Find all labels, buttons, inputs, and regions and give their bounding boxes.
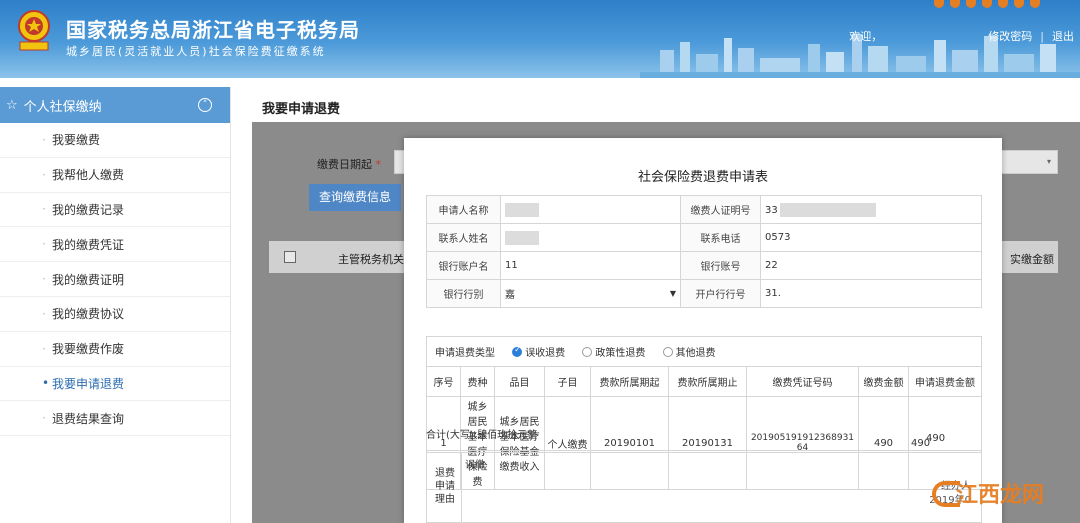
select-all-checkbox[interactable] [284, 251, 296, 263]
welcome-text: 欢迎， [849, 30, 883, 43]
refund-type-label: 申请退费类型 [435, 348, 495, 359]
col-voucher-no: 缴费凭证号码 [746, 366, 859, 397]
contact-phone-value: 0573 [760, 223, 982, 252]
divider [426, 450, 982, 451]
bank-account-name-value: 11 [500, 251, 681, 280]
refund-reason-box: 退费申请理由 误缴 经办人 2019年0 [426, 452, 982, 523]
payer-id-value: 33 [760, 195, 982, 224]
separator: | [1040, 29, 1044, 43]
col-payment-amount: 缴费金额 [858, 366, 909, 397]
sidebar-item-payment-agreement[interactable]: 我的缴费协议 [0, 297, 230, 332]
sidebar-item-payment-certificate[interactable]: 我的缴费证明 [0, 262, 230, 297]
logout-link[interactable]: 退出 [1052, 28, 1074, 44]
query-payment-button[interactable]: 查询缴费信息 [309, 184, 401, 211]
col-period-end: 费款所属期止 [668, 366, 747, 397]
sidebar-item-void-payment[interactable]: 我要缴费作废 [0, 332, 230, 367]
dropdown-caret-icon: ▾ [1046, 157, 1051, 166]
bank-account-name-label: 银行账户名 [426, 251, 501, 280]
user-links: 欢迎， 修改密码 | 退出 [849, 28, 1074, 44]
site-title: 国家税务总局浙江省电子税务局 [66, 18, 360, 42]
refund-type-row: 申请退费类型 误收退费 政策性退费 其他退费 [426, 336, 982, 367]
national-emblem-icon [18, 10, 50, 51]
change-password-link[interactable]: 修改密码 [988, 28, 1032, 44]
signature-logo [10, 52, 13, 61]
payer-id-label: 缴费人证明号 [680, 195, 761, 224]
column-tax-authority: 主管税务机关 [338, 253, 404, 266]
col-item: 品目 [494, 366, 545, 397]
col-subitem: 子目 [544, 366, 591, 397]
modal-title: 社会保险费退费申请表 [637, 170, 768, 185]
col-seq: 序号 [426, 366, 461, 397]
sidebar-section-header[interactable]: ☆ 个人社保缴纳 ˄ [0, 87, 230, 123]
chevron-down-icon: ▼ [669, 289, 676, 298]
total-in-words: 合计(大写):肆佰玖拾元整 [426, 430, 538, 441]
sidebar-section-title: 个人社保缴纳 [23, 99, 102, 115]
sidebar-item-pay[interactable]: 我要缴费 [0, 123, 230, 158]
refund-reason-label: 退费申请理由 [435, 468, 455, 505]
total-amount: 490 [926, 433, 946, 444]
sidebar-item-refund-result[interactable]: 退费结果查询 [0, 401, 230, 437]
toolbar-icons [934, 0, 1074, 8]
watermark-text: 江西龙网 [955, 482, 1044, 508]
refund-type-option-mistaken[interactable]: 误收退费 [525, 348, 565, 359]
contact-name-label: 联系人姓名 [426, 223, 501, 252]
applicant-info-table: 申请人名称 缴费人证明号 33 联系人姓名 联系电话 0573 银行账户名 11… [426, 195, 982, 308]
bank-account-no-label: 银行账号 [680, 251, 761, 280]
sidebar: ☆ 个人社保缴纳 ˄ 我要缴费 我帮他人缴费 我的缴费记录 我的缴费凭证 我的缴… [0, 87, 231, 523]
sidebar-item-payment-vouchers[interactable]: 我的缴费凭证 [0, 227, 230, 263]
refund-type-option-policy[interactable]: 政策性退费 [595, 348, 645, 359]
col-fee-type: 费种 [460, 366, 495, 397]
contact-name-value [500, 223, 681, 252]
sidebar-item-pay-for-others[interactable]: 我帮他人缴费 [0, 158, 230, 193]
bank-type-select[interactable]: 嘉 ▼ [500, 279, 681, 308]
open-bank-no-label: 开户行行号 [680, 279, 761, 308]
applicant-name-label: 申请人名称 [426, 195, 501, 224]
refund-type-option-other[interactable]: 其他退费 [676, 348, 716, 359]
date-from-label: 缴费日期起 * [317, 158, 381, 171]
sidebar-item-apply-refund[interactable]: 我要申请退费 [0, 367, 230, 402]
refund-type-radio-policy[interactable] [582, 347, 593, 357]
divider [461, 453, 462, 523]
star-icon: ☆ [6, 97, 18, 113]
top-banner: 国家税务总局浙江省电子税务局 城乡居民(灵活就业人员)社会保险费征缴系统 欢迎，… [0, 0, 1080, 78]
refund-reason-input[interactable]: 误缴 [465, 456, 485, 471]
col-period-start: 费款所属期起 [590, 366, 669, 397]
refund-type-radio-mistaken[interactable] [512, 345, 523, 357]
refund-type-radio-other[interactable] [662, 347, 673, 357]
bank-account-no-value: 22 [760, 251, 982, 280]
sidebar-item-payment-records[interactable]: 我的缴费记录 [0, 193, 230, 228]
applicant-name-value [500, 195, 681, 224]
site-subtitle: 城乡居民(灵活就业人员)社会保险费征缴系统 [66, 45, 326, 58]
page-title: 我要申请退费 [262, 102, 341, 117]
col-refund-amount: 申请退费金额 [908, 366, 982, 397]
column-paid-amount: 实缴金额 [1010, 253, 1054, 266]
detail-header-row: 序号 费种 品目 子目 费款所属期起 费款所属期止 缴费凭证号码 缴费金额 申请… [426, 366, 982, 397]
contact-phone-label: 联系电话 [680, 223, 761, 252]
collapse-icon[interactable]: ˄ [198, 98, 212, 112]
refund-application-modal: 社会保险费退费申请表 申请人名称 缴费人证明号 33 联系人姓名 联系电话 05… [404, 138, 1002, 523]
bank-type-value: 嘉 [505, 290, 515, 301]
bank-type-label: 银行行别 [426, 279, 501, 308]
open-bank-no-value: 31. [760, 279, 982, 308]
